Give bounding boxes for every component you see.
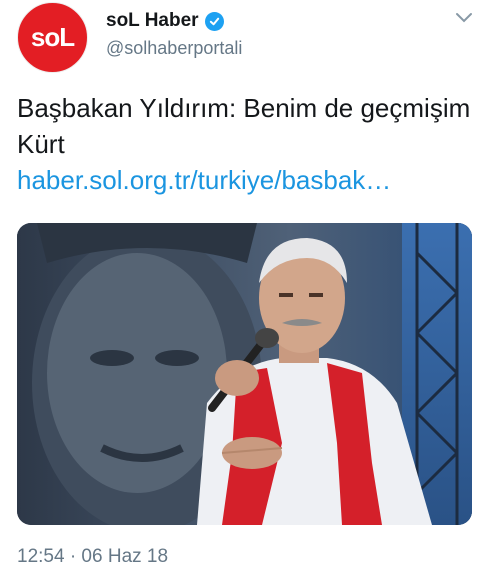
tweet-media-image[interactable] (17, 223, 472, 525)
tweet-text: Başbakan Yıldırım: Benim de geçmişim Kür… (17, 93, 471, 159)
avatar-logo-text: soL (30, 22, 75, 52)
author-name-row[interactable]: soL Haber (106, 10, 224, 32)
avatar[interactable]: soL (17, 2, 88, 73)
verified-badge-icon (204, 11, 224, 31)
author-handle[interactable]: @solhaberportali (106, 38, 242, 59)
media-photo-illustration (17, 223, 472, 525)
tweet-timestamp[interactable]: 12:54 · 06 Haz 18 (17, 546, 168, 568)
chevron-down-icon[interactable] (454, 10, 474, 24)
author-display-name[interactable]: soL Haber (106, 10, 199, 32)
tweet-link[interactable]: haber.sol.org.tr/turkiye/basbak… (17, 162, 472, 198)
